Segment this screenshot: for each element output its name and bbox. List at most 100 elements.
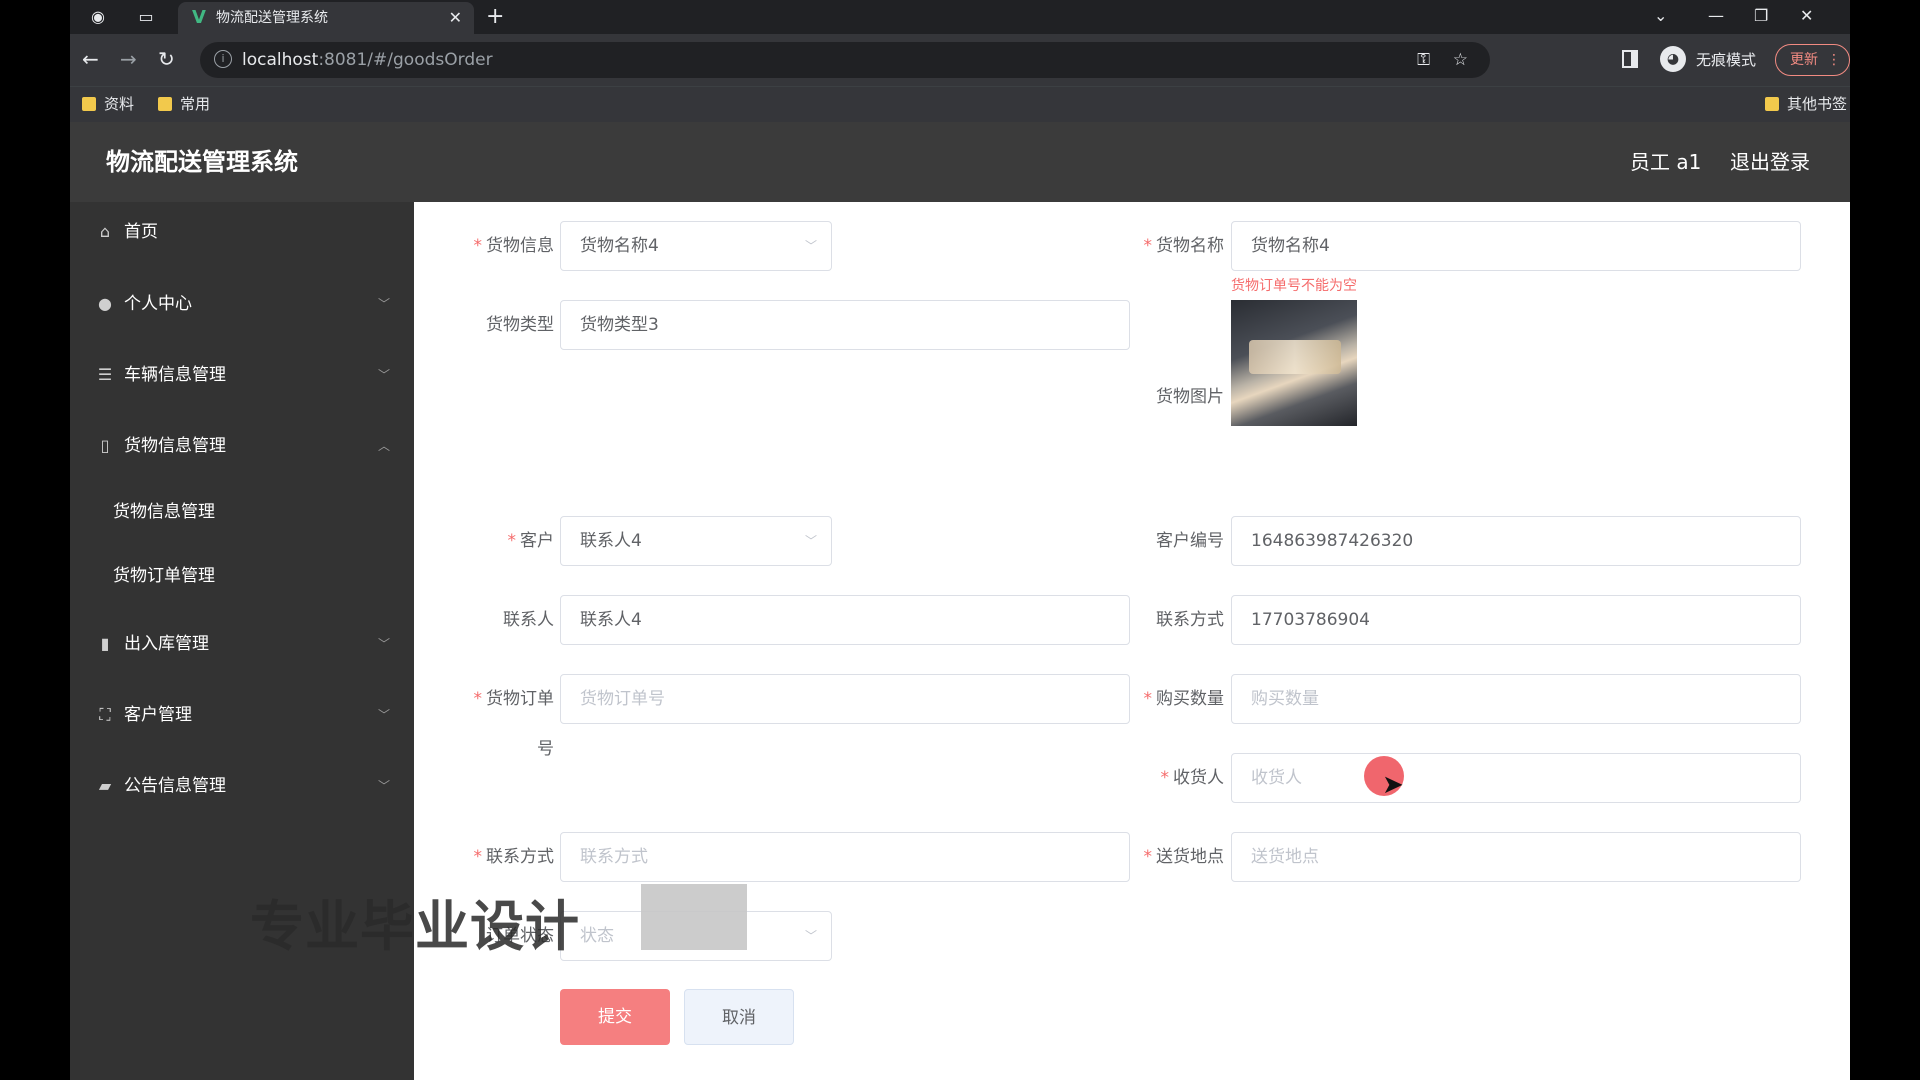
chevron-down-icon: ﹀	[377, 708, 390, 722]
goods-info-select[interactable]: 货物名称4 ﹀	[560, 221, 832, 271]
window-close-icon[interactable]: ✕	[1800, 4, 1813, 28]
restore-icon[interactable]: ❐	[1754, 4, 1768, 28]
incognito-label[interactable]: 无痕模式	[1696, 34, 1756, 86]
sidebar-subitem-label: 货物订单管理	[113, 566, 215, 586]
sidebar-item-goods[interactable]: ▯ 货物信息管理 ︿	[70, 418, 414, 474]
contact-phone-label: 联系方式	[1156, 610, 1224, 630]
url-text[interactable]: localhost:8081/#/goodsOrder	[242, 42, 493, 78]
chevron-down-icon: ﹀	[804, 929, 817, 943]
bookmarks-bar: 资料 常用 其他书签	[70, 86, 1850, 122]
cancel-button[interactable]: 取消	[684, 989, 794, 1045]
globe-icon[interactable]: ◉	[88, 7, 108, 27]
new-tab-button[interactable]: +	[486, 4, 504, 30]
sidebar-item-label: 出入库管理	[124, 634, 209, 654]
briefcase-icon: ▰	[98, 776, 112, 795]
goods-type-field[interactable]: 货物类型3	[560, 300, 1130, 350]
contact-field[interactable]: 联系人4	[560, 595, 1130, 645]
close-icon[interactable]: ✕	[449, 2, 462, 34]
receiver-phone-label: * 联系方式	[473, 847, 555, 867]
chevron-down-icon: ﹀	[377, 368, 390, 382]
bar-chart-icon: ▮	[100, 634, 110, 653]
validation-error: 货物订单号不能为空	[1231, 278, 1357, 294]
sliders-icon: ☰	[97, 365, 113, 384]
back-icon[interactable]: ←	[82, 46, 99, 72]
browser-window: ◉ ▭ V 物流配送管理系统 ✕ + ⌄ — ❐ ✕ ← → ↻ i local…	[70, 0, 1850, 1080]
update-button[interactable]: 更新 ⋮	[1775, 44, 1850, 76]
quantity-label: * 购买数量	[1143, 689, 1225, 709]
goods-type-label: 货物类型	[486, 315, 554, 335]
quantity-input[interactable]: 购买数量	[1231, 674, 1801, 724]
side-panel-icon[interactable]	[1622, 50, 1638, 68]
info-icon[interactable]: i	[214, 50, 232, 68]
address-input[interactable]: 送货地点	[1231, 832, 1801, 882]
goods-name-field[interactable]: 货物名称4	[1231, 221, 1801, 271]
sidebar-item-label: 客户管理	[124, 705, 192, 725]
submit-button[interactable]: 提交	[560, 989, 670, 1045]
blur-block	[641, 884, 747, 950]
forward-icon[interactable]: →	[120, 46, 137, 72]
chevron-down-icon: ﹀	[804, 534, 817, 548]
sidebar-item-label: 车辆信息管理	[124, 365, 226, 385]
receiver-input[interactable]: 收货人	[1231, 753, 1801, 803]
bookmark-folder[interactable]: 常用	[158, 87, 210, 121]
contact-label: 联系人	[503, 610, 554, 630]
contact-phone-field[interactable]: 17703786904	[1231, 595, 1801, 645]
chevron-down-icon: ﹀	[377, 779, 390, 793]
app-title: 物流配送管理系统	[106, 148, 298, 176]
tab-search-icon[interactable]: ▭	[136, 7, 156, 27]
order-no-label-cont: 号	[537, 739, 554, 759]
address-label: * 送货地点	[1143, 847, 1225, 867]
phone-icon: ▯	[100, 436, 110, 455]
sidebar-item-profile[interactable]: ● 个人中心 ﹀	[70, 276, 414, 332]
star-icon[interactable]: ☆	[1453, 42, 1468, 78]
customer-label: * 客户	[507, 531, 555, 551]
customer-no-field[interactable]: 164863987426320	[1231, 516, 1801, 566]
sidebar-item-vehicles[interactable]: ☰ 车辆信息管理 ﹀	[70, 347, 414, 403]
reload-icon[interactable]: ↻	[158, 46, 175, 72]
tab-active[interactable]: V 物流配送管理系统 ✕	[178, 2, 474, 34]
watermark-text: 专业毕业设计	[250, 895, 580, 958]
receiver-label: * 收货人	[1160, 768, 1225, 788]
sidebar-item-label: 货物信息管理	[124, 436, 226, 456]
order-no-label: * 货物订单	[473, 689, 555, 709]
more-icon: ⋮	[1827, 52, 1841, 68]
sidebar-subitem-goods-info[interactable]: 货物信息管理	[70, 484, 414, 540]
customer-select[interactable]: 联系人4 ﹀	[560, 516, 832, 566]
customer-no-label: 客户编号	[1156, 531, 1224, 551]
sidebar-item-label: 首页	[124, 222, 158, 242]
key-icon[interactable]: ⚿	[1417, 42, 1430, 78]
chevron-up-icon: ︿	[377, 439, 390, 453]
tab-list-icon[interactable]: ⌄	[1654, 4, 1667, 28]
user-icon: ●	[98, 294, 112, 313]
sidebar-subitem-label: 货物信息管理	[113, 502, 215, 522]
order-form: * 货物信息 货物名称4 ﹀ * 货物名称 货物名称4 货物订单号不能为空 货物类型 …	[414, 202, 1850, 1080]
sidebar-item-home[interactable]: ⌂ 首页	[70, 204, 414, 260]
chevron-down-icon: ﹀	[377, 297, 390, 311]
other-bookmarks[interactable]: 其他书签	[1765, 87, 1847, 121]
minimize-icon[interactable]: —	[1708, 4, 1724, 28]
sidebar-item-notices[interactable]: ▰ 公告信息管理 ﹀	[70, 758, 414, 814]
url-field[interactable]: i localhost:8081/#/goodsOrder ⚿ ☆	[200, 42, 1490, 78]
bookmark-folder[interactable]: 资料	[82, 87, 134, 121]
logout-link[interactable]: 退出登录	[1730, 122, 1810, 202]
tab-title: 物流配送管理系统	[216, 10, 328, 26]
home-icon: ⌂	[99, 222, 111, 241]
sidebar-item-warehouse[interactable]: ▮ 出入库管理 ﹀	[70, 616, 414, 672]
sidebar-item-label: 公告信息管理	[124, 776, 226, 796]
incognito-icon[interactable]: ◕	[1660, 46, 1686, 72]
goods-info-label: * 货物信息	[473, 236, 555, 256]
goods-image-label: 货物图片	[1156, 387, 1224, 407]
app-header: 物流配送管理系统 员工 a1 退出登录	[70, 122, 1850, 202]
screen: ◉ ▭ V 物流配送管理系统 ✕ + ⌄ — ❐ ✕ ← → ↻ i local…	[0, 0, 1920, 1080]
address-bar: ← → ↻ i localhost:8081/#/goodsOrder ⚿ ☆ …	[70, 34, 1850, 86]
mouse-cursor-icon: ➤	[1382, 770, 1404, 800]
receiver-phone-input[interactable]: 联系方式	[560, 832, 1130, 882]
sidebar-item-customers[interactable]: ⛶ 客户管理 ﹀	[70, 687, 414, 743]
goods-image[interactable]	[1231, 300, 1357, 426]
sidebar-item-label: 个人中心	[124, 294, 192, 314]
sidebar-subitem-goods-orders[interactable]: 货物订单管理	[70, 548, 414, 604]
chevron-down-icon: ﹀	[804, 239, 817, 253]
goods-name-label: * 货物名称	[1143, 236, 1225, 256]
order-no-input[interactable]: 货物订单号	[560, 674, 1130, 724]
vue-favicon-icon: V	[192, 7, 206, 28]
